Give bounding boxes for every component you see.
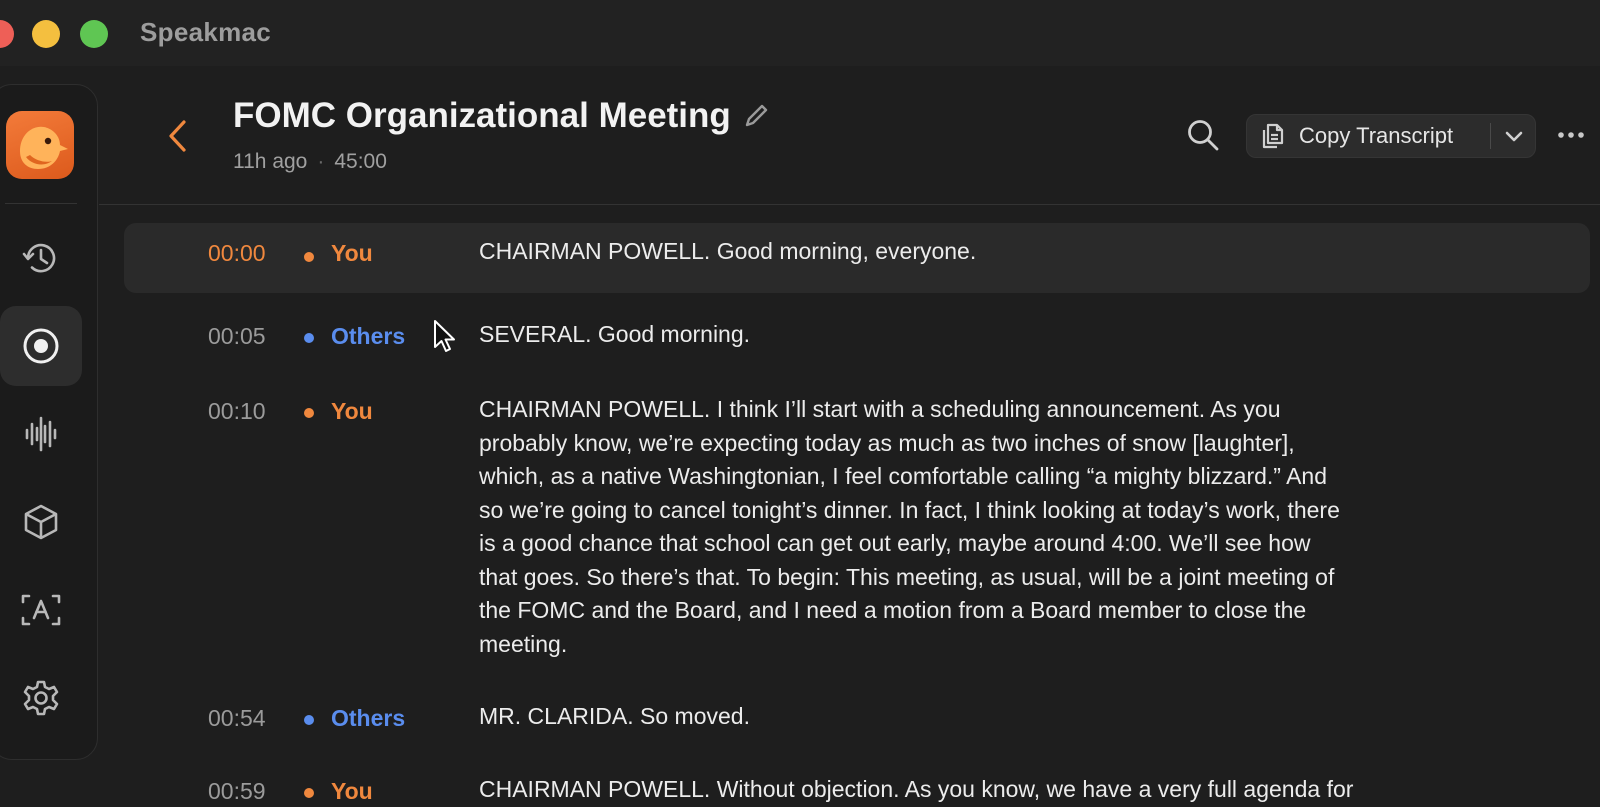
sidebar-item-models[interactable] [0,482,82,562]
header-divider [99,204,1600,205]
more-options-button[interactable] [1556,122,1586,148]
speaker-label: You [331,398,373,424]
gear-icon [23,680,59,716]
text-line: the FOMC and the Board, and I need a mot… [479,597,1307,623]
segment-text: CHAIRMAN POWELL. Good morning, everyone. [479,238,977,264]
segment-timestamp[interactable]: 00:59 [208,778,266,805]
sidebar-item-settings[interactable] [0,658,82,738]
zoom-window-button[interactable] [80,20,108,48]
text-line: which, as a native Washingtonian, I feel… [479,463,1328,489]
minimize-window-button[interactable] [32,20,60,48]
segment-timestamp[interactable]: 00:10 [208,398,266,425]
button-divider [1490,123,1491,149]
segment-text: CHAIRMAN POWELL. I think I’ll start with… [479,393,1579,661]
close-window-button[interactable] [0,20,14,48]
segment-text: MR. CLARIDA. So moved. [479,703,750,729]
speaker-dot [304,333,314,343]
speaker-label: Others [331,705,406,731]
mouse-cursor-icon [434,320,455,352]
text-line: meeting. [479,630,568,657]
copy-document-icon [1262,123,1284,149]
speaker-dot [304,408,314,418]
duration: 45:00 [334,150,387,173]
cube-icon [24,504,58,540]
copy-transcript-button[interactable]: Copy Transcript [1246,114,1536,158]
meta-separator: · [317,150,325,173]
record-icon [23,328,59,364]
bird-logo-icon[interactable] [6,111,74,179]
history-icon [22,243,56,273]
sidebar-item-record[interactable] [0,306,82,386]
copy-options-dropdown[interactable] [1499,125,1529,149]
text-line: so we’re going to cancel tonight’s dinne… [479,496,1340,523]
title-bar: Speakmac [0,0,1600,66]
sidebar-item-history[interactable] [0,218,82,298]
speaker-dot [304,252,314,262]
segment-timestamp[interactable]: 00:05 [208,323,266,350]
copy-transcript-label: Copy Transcript [1299,123,1454,148]
speaker-label: You [331,240,373,266]
sidebar-item-waveform[interactable] [0,394,82,474]
speaker-dot [304,788,314,798]
segment-text: CHAIRMAN POWELL. Without objection. As y… [479,776,1354,802]
segment-timestamp[interactable]: 00:00 [208,240,266,267]
page-title: FOMC Organizational Meeting [233,96,731,135]
text-line: probably know, we’re expecting today as … [479,429,1295,456]
speaker-label: Others [331,323,406,349]
search-button[interactable] [1186,118,1220,157]
ellipsis-icon [1558,132,1584,138]
text-box-icon [21,594,61,626]
segment-timestamp[interactable]: 00:54 [208,705,266,732]
pencil-icon [745,104,768,127]
edit-title-button[interactable] [743,103,769,134]
recording-meta: 11h ago · 45:00 [233,150,387,174]
sidebar-item-text[interactable] [0,570,82,650]
sidebar-divider [5,203,77,204]
app-name: Speakmac [140,17,272,47]
time-ago: 11h ago [233,150,308,173]
speaker-label: You [331,778,373,804]
segment-text: SEVERAL. Good morning. [479,321,751,347]
text-line: CHAIRMAN POWELL. I think I’ll start with… [479,396,1281,422]
chevron-left-icon [169,120,186,152]
chevron-down-icon [1505,131,1523,142]
speaker-dot [304,715,314,725]
text-line: is a good chance that school can get out… [479,530,1311,556]
text-line: that goes. So there’s that. To begin: Th… [479,563,1335,590]
search-icon [1188,120,1219,151]
back-button[interactable] [163,116,193,156]
waveform-icon [25,416,57,452]
